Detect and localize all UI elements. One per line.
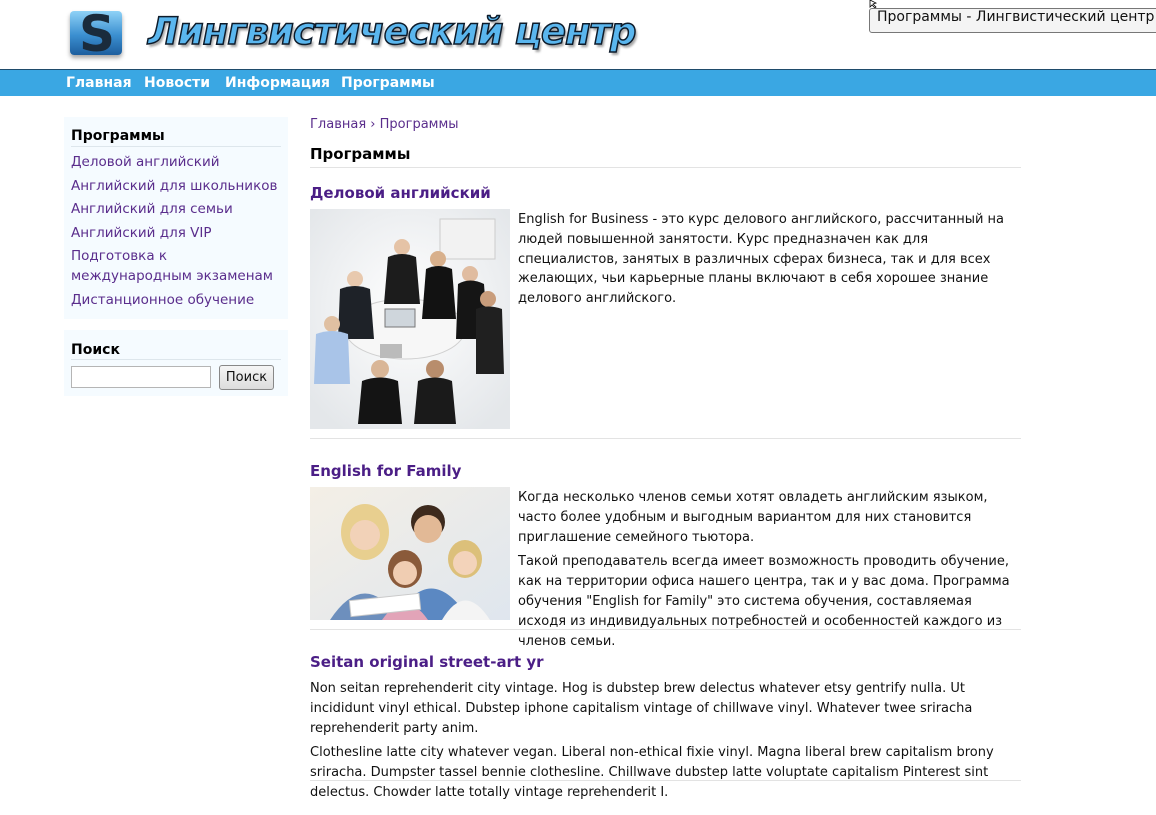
sidebar-link-school[interactable]: Английский для школьников bbox=[71, 176, 286, 196]
divider bbox=[71, 146, 281, 147]
family-photo-image[interactable] bbox=[310, 487, 510, 620]
sidebar-link-family[interactable]: Английский для семьи bbox=[71, 199, 286, 219]
divider bbox=[310, 629, 1021, 630]
sidebar-search-heading: Поиск bbox=[71, 342, 120, 358]
sidebar-link-vip[interactable]: Английский для VIP bbox=[71, 223, 286, 243]
breadcrumb: Главная › Программы bbox=[310, 117, 459, 132]
main-nav: Главная Новости Информация Программы bbox=[0, 69, 1156, 96]
article-paragraph: Такой преподаватель всегда имеет возможн… bbox=[518, 554, 1010, 649]
page-title: Программы bbox=[310, 145, 411, 163]
article-body-family: Когда несколько членов семьи хотят овлад… bbox=[518, 488, 1018, 656]
breadcrumb-separator: › bbox=[370, 117, 376, 132]
article-paragraph: Когда несколько членов семьи хотят овлад… bbox=[518, 490, 988, 545]
divider bbox=[310, 167, 1021, 168]
article-paragraph: Clothesline latte city whatever vegan. L… bbox=[310, 745, 994, 800]
article-paragraph: English for Business - это курс делового… bbox=[518, 212, 1005, 307]
nav-item-info[interactable]: Информация bbox=[225, 75, 330, 91]
site-title[interactable]: Лингвистический центр bbox=[147, 9, 637, 54]
logo-letter: S bbox=[78, 5, 115, 63]
search-input[interactable] bbox=[71, 366, 211, 388]
nav-item-programs[interactable]: Программы bbox=[341, 75, 435, 91]
business-meeting-image[interactable] bbox=[310, 209, 510, 429]
article-title-family[interactable]: English for Family bbox=[310, 462, 461, 480]
sidebar-programs-heading: Программы bbox=[71, 128, 165, 144]
article-title-seitan[interactable]: Seitan original street-art yr bbox=[310, 653, 544, 671]
tooltip: Программы - Лингвистический центр bbox=[869, 8, 1156, 33]
article-title-business[interactable]: Деловой английский bbox=[310, 184, 491, 202]
nav-item-news[interactable]: Новости bbox=[144, 75, 210, 91]
site-header: S Лингвистический центр Программы - Линг… bbox=[0, 0, 1156, 68]
article-body-business: English for Business - это курс делового… bbox=[518, 210, 1018, 314]
search-button[interactable]: Поиск bbox=[219, 365, 274, 390]
mouse-cursor-icon bbox=[869, 0, 878, 8]
article-paragraph: Non seitan reprehenderit city vintage. H… bbox=[310, 681, 973, 736]
sidebar-programs-block: Программы Деловой английский Английский … bbox=[64, 117, 288, 319]
sidebar-link-distance[interactable]: Дистанционное обучение bbox=[71, 290, 286, 310]
divider bbox=[310, 438, 1021, 439]
article-body-seitan: Non seitan reprehenderit city vintage. H… bbox=[310, 679, 1021, 808]
main-content: Главная › Программы Программы Деловой ан… bbox=[310, 95, 1021, 815]
sidebar-link-business[interactable]: Деловой английский bbox=[71, 152, 286, 172]
breadcrumb-current[interactable]: Программы bbox=[380, 117, 459, 132]
nav-item-home[interactable]: Главная bbox=[66, 75, 132, 91]
logo-icon[interactable]: S bbox=[70, 5, 122, 63]
divider bbox=[71, 359, 281, 360]
breadcrumb-home-link[interactable]: Главная bbox=[310, 117, 366, 132]
sidebar-link-exams[interactable]: Подготовка к международным экзаменам bbox=[71, 246, 286, 286]
divider bbox=[310, 780, 1021, 781]
